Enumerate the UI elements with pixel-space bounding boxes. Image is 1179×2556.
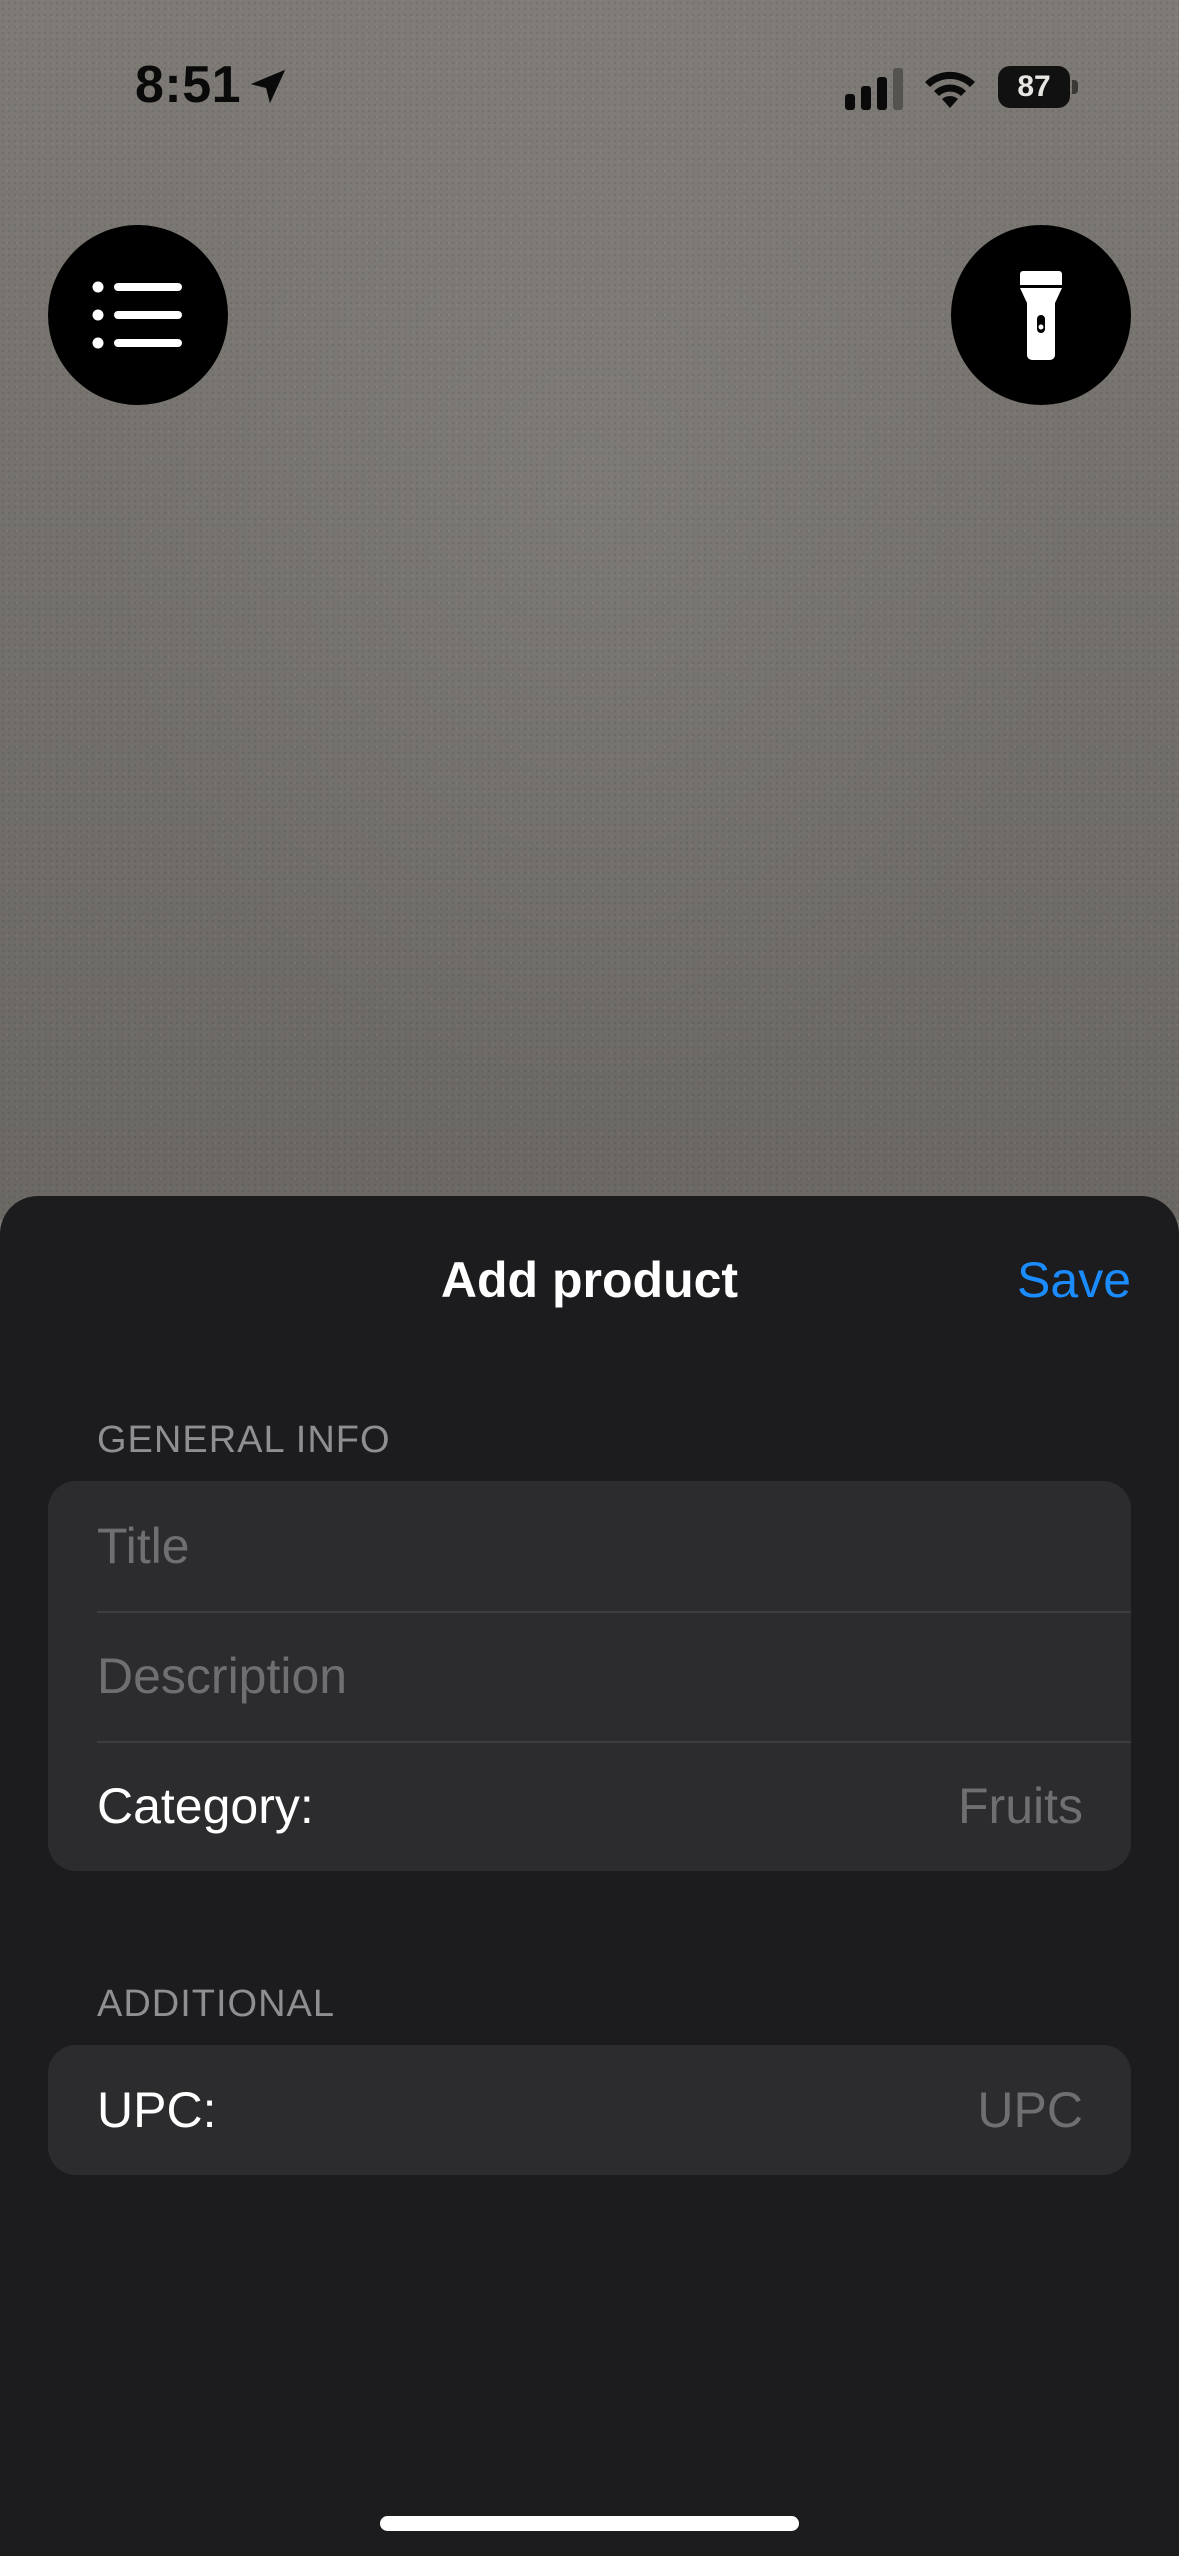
battery-icon: 87 [998,66,1078,108]
location-arrow-icon [250,69,286,104]
additional-group: UPC: [48,2045,1131,2175]
title-row [48,1481,1131,1611]
flashlight-button[interactable] [951,225,1131,405]
title-input[interactable] [97,1517,1083,1575]
upc-row: UPC: [48,2045,1131,2175]
category-label: Category: [97,1778,314,1834]
upc-input[interactable] [216,2081,1083,2139]
cellular-signal-icon [845,68,903,110]
section-header-general-info: GENERAL INFO [97,1419,391,1461]
description-input[interactable] [97,1647,1083,1705]
section-header-additional: ADDITIONAL [97,1983,336,2025]
category-row[interactable]: Category: Fruits [48,1741,1131,1871]
battery-level: 87 [998,66,1070,108]
upc-label: UPC: [97,2082,217,2138]
sheet-title: Add product [440,1252,739,1308]
general-info-group: Category: Fruits [48,1481,1131,1871]
save-button[interactable]: Save [1017,1250,1131,1310]
list-button[interactable] [48,225,228,405]
status-time: 8:51 [135,56,242,114]
home-indicator[interactable] [380,2516,799,2531]
category-value[interactable]: Fruits [958,1777,1083,1835]
status-bar: 8:51 87 [0,0,1179,150]
add-product-sheet: Add product Save GENERAL INFO Category: … [0,1196,1179,2556]
flashlight-icon [1020,271,1062,360]
wifi-icon [925,71,975,108]
camera-preview [0,0,1179,1220]
description-row [48,1611,1131,1741]
list-icon [92,281,182,349]
